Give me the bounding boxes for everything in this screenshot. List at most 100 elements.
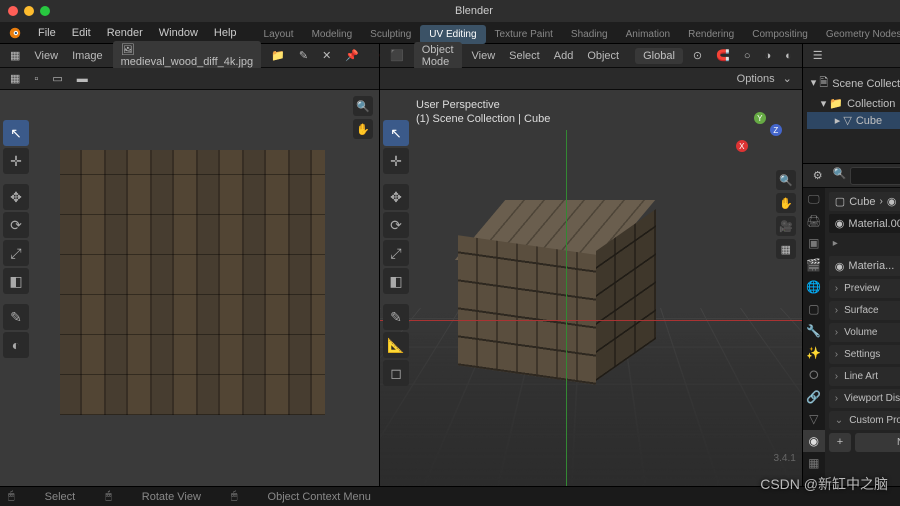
axis-x[interactable]: X <box>736 140 748 152</box>
maximize-dot[interactable] <box>40 6 50 16</box>
view3d-menu-view[interactable]: View <box>468 50 500 62</box>
tab-sculpting[interactable]: Sculpting <box>361 25 420 44</box>
menu-render[interactable]: Render <box>99 22 151 43</box>
nav-pan-icon[interactable]: ✋ <box>776 193 796 213</box>
outliner-item-cube[interactable]: ▸ ▽ Cube 👁 📷 <box>807 112 900 129</box>
tool3d-measure-icon[interactable]: 📐 <box>383 332 409 358</box>
breadcrumb-obj[interactable]: Cube <box>849 196 875 208</box>
tool3d-addcube-icon[interactable]: ◻ <box>383 360 409 386</box>
view3d-menu-object[interactable]: Object <box>583 50 623 62</box>
property-search-input[interactable] <box>850 167 900 185</box>
view3d-menu-select[interactable]: Select <box>505 50 544 62</box>
pivot-icon[interactable]: ⊙ <box>689 49 706 62</box>
axis-gizmo[interactable]: X Y Z <box>736 110 784 158</box>
tool3d-cursor-icon[interactable]: ✛ <box>383 148 409 174</box>
tab-meshdata-icon[interactable]: ▽ <box>803 408 825 430</box>
outliner-collection[interactable]: ▾ 📁 Collection ☑ 👁 📷 <box>807 95 900 112</box>
tool3d-scale-icon[interactable]: ⤢ <box>383 240 409 266</box>
menu-edit[interactable]: Edit <box>64 22 99 43</box>
snap-icon[interactable]: 🧲 <box>712 49 734 62</box>
outliner-icon[interactable]: ☰ <box>809 49 827 62</box>
nav-zoom-icon[interactable]: 🔍 <box>776 170 796 190</box>
pin-icon[interactable]: 📌 <box>341 49 363 62</box>
tab-compositing[interactable]: Compositing <box>743 25 817 44</box>
tool-cursor-icon[interactable]: ✛ <box>3 148 29 174</box>
nav-ortho-icon[interactable]: ▦ <box>776 239 796 259</box>
tool-sample-icon[interactable]: ◐ <box>3 332 29 358</box>
tab-uv-editing[interactable]: UV Editing <box>420 25 485 44</box>
axis-z[interactable]: Z <box>770 124 782 136</box>
tab-constraints-icon[interactable]: 🔗 <box>803 386 825 408</box>
panel-lineart[interactable]: Line Art <box>829 367 900 386</box>
tool-scale-icon[interactable]: ⤢ <box>3 240 29 266</box>
panel-viewport-display[interactable]: Viewport Display <box>829 389 900 408</box>
tab-animation[interactable]: Animation <box>617 25 679 44</box>
image-file-dropdown[interactable]: 🖼 medieval_wood_diff_4k.jpg <box>113 41 262 70</box>
panel-settings[interactable]: Settings <box>829 345 900 364</box>
menu-window[interactable]: Window <box>151 22 206 43</box>
tab-shading[interactable]: Shading <box>562 25 617 44</box>
uv-viewport[interactable]: ↖ ✛ ✥ ⟳ ⤢ ◧ ✎ ◐ 🔍 ✋ <box>0 90 379 486</box>
outliner-scene-collection[interactable]: ▾ 🗎 Scene Collection <box>807 72 900 95</box>
axis-y[interactable]: Y <box>754 112 766 124</box>
tab-modifiers-icon[interactable]: 🔧 <box>803 320 825 342</box>
tab-modeling[interactable]: Modeling <box>303 25 362 44</box>
viewport3d[interactable]: User Perspective (1) Scene Collection | … <box>380 90 802 486</box>
editor-type-3d-icon[interactable]: ⬛ <box>386 49 408 62</box>
tool-transform-icon[interactable]: ◧ <box>3 268 29 294</box>
editor-type-icon[interactable]: ▦ <box>6 49 24 62</box>
tab-geometry-nodes[interactable]: Geometry Nodes <box>817 25 900 44</box>
uv-menu-view[interactable]: View <box>30 50 62 62</box>
close-dot[interactable] <box>8 6 18 16</box>
cube-object[interactable] <box>470 200 640 400</box>
uv-menu-image[interactable]: Image <box>68 50 107 62</box>
proportional-edit-icon[interactable]: ○ <box>740 50 755 62</box>
new-button[interactable]: New <box>855 433 900 452</box>
tool3d-rotate-icon[interactable]: ⟳ <box>383 212 409 238</box>
panel-custom-properties[interactable]: Custom Properties <box>829 411 900 430</box>
uv-select-mode-vert-icon[interactable]: ▫ <box>30 73 42 85</box>
tab-physics-icon[interactable]: ⭘ <box>803 364 825 386</box>
tab-object-icon[interactable]: ▢ <box>803 298 825 320</box>
material-name-field[interactable]: ◉ Materia... ◫ ⧉ ✕ <box>829 256 900 276</box>
tool3d-annotate-icon[interactable]: ✎ <box>383 304 409 330</box>
pan-icon[interactable]: ✋ <box>353 119 373 139</box>
unlink-image-icon[interactable]: ✕ <box>318 49 335 62</box>
gizmo-toggle-icon[interactable]: ◑ <box>760 50 775 62</box>
tool3d-select-icon[interactable]: ↖ <box>383 120 409 146</box>
tab-output-icon[interactable]: 🖨 <box>803 210 825 232</box>
tab-viewlayer-icon[interactable]: ▣ <box>803 232 825 254</box>
tab-material-icon[interactable]: ◉ <box>803 430 825 452</box>
overlay-toggle-icon[interactable]: ◐ <box>781 50 796 62</box>
browse-image-icon[interactable]: 📁 <box>267 49 289 62</box>
slot-expand[interactable]: ▸ ⌄ <box>829 236 900 253</box>
uv-select-mode-sync-icon[interactable]: ▦ <box>6 72 24 85</box>
new-image-icon[interactable]: ✎ <box>295 49 312 62</box>
properties-icon[interactable]: ⚙ <box>809 169 827 182</box>
panel-preview[interactable]: Preview <box>829 279 900 298</box>
uv-select-mode-face-icon[interactable]: ▬ <box>73 73 92 85</box>
tool-move-icon[interactable]: ✥ <box>3 184 29 210</box>
zoom-icon[interactable]: 🔍 <box>353 96 373 116</box>
tool-tweak-icon[interactable]: ↖ <box>3 120 29 146</box>
tab-render-icon[interactable]: 🖵 <box>803 188 825 210</box>
nav-camera-icon[interactable]: 🎥 <box>776 216 796 236</box>
tool-rotate-icon[interactable]: ⟳ <box>3 212 29 238</box>
tab-texture-icon[interactable]: ▦ <box>803 452 825 474</box>
mode-dropdown[interactable]: Object Mode <box>414 42 462 70</box>
tool3d-move-icon[interactable]: ✥ <box>383 184 409 210</box>
uv-select-mode-edge-icon[interactable]: ▭ <box>48 72 66 85</box>
view3d-menu-add[interactable]: Add <box>550 50 578 62</box>
minimize-dot[interactable] <box>24 6 34 16</box>
custom-prop-add-icon[interactable]: + <box>829 433 851 452</box>
menu-file[interactable]: File <box>30 22 64 43</box>
tab-particles-icon[interactable]: ✨ <box>803 342 825 364</box>
tab-world-icon[interactable]: 🌐 <box>803 276 825 298</box>
material-slot[interactable]: ◉ Material.002 + − <box>829 214 900 233</box>
panel-volume[interactable]: Volume <box>829 323 900 342</box>
tab-rendering[interactable]: Rendering <box>679 25 743 44</box>
tab-layout[interactable]: Layout <box>255 25 303 44</box>
panel-surface[interactable]: Surface <box>829 301 900 320</box>
tool3d-transform-icon[interactable]: ◧ <box>383 268 409 294</box>
tab-scene-icon[interactable]: 🎬 <box>803 254 825 276</box>
